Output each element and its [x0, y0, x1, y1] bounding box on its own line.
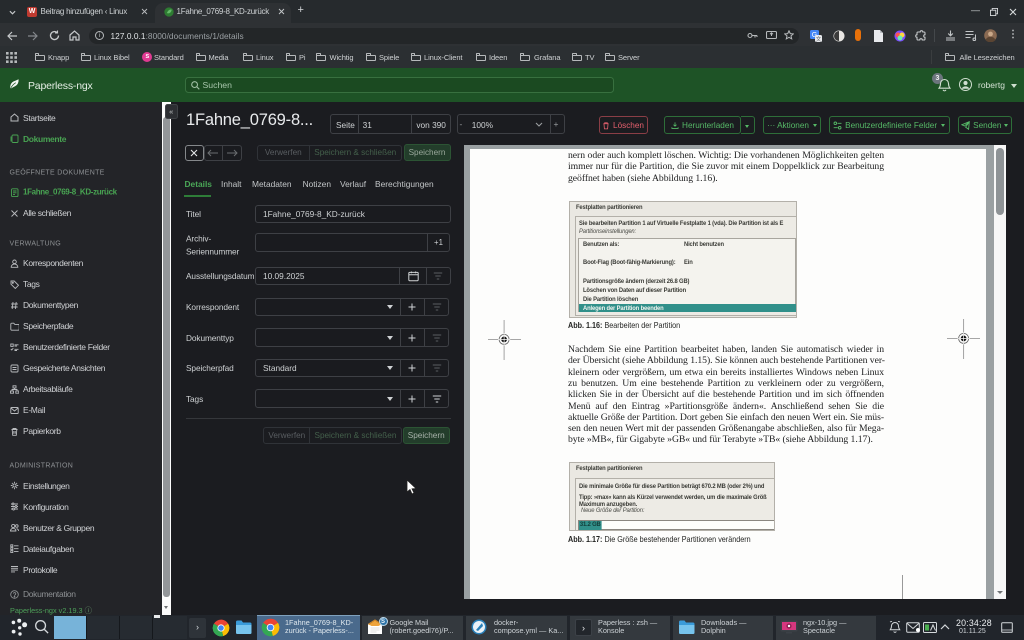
- svg-text:文: 文: [816, 34, 822, 41]
